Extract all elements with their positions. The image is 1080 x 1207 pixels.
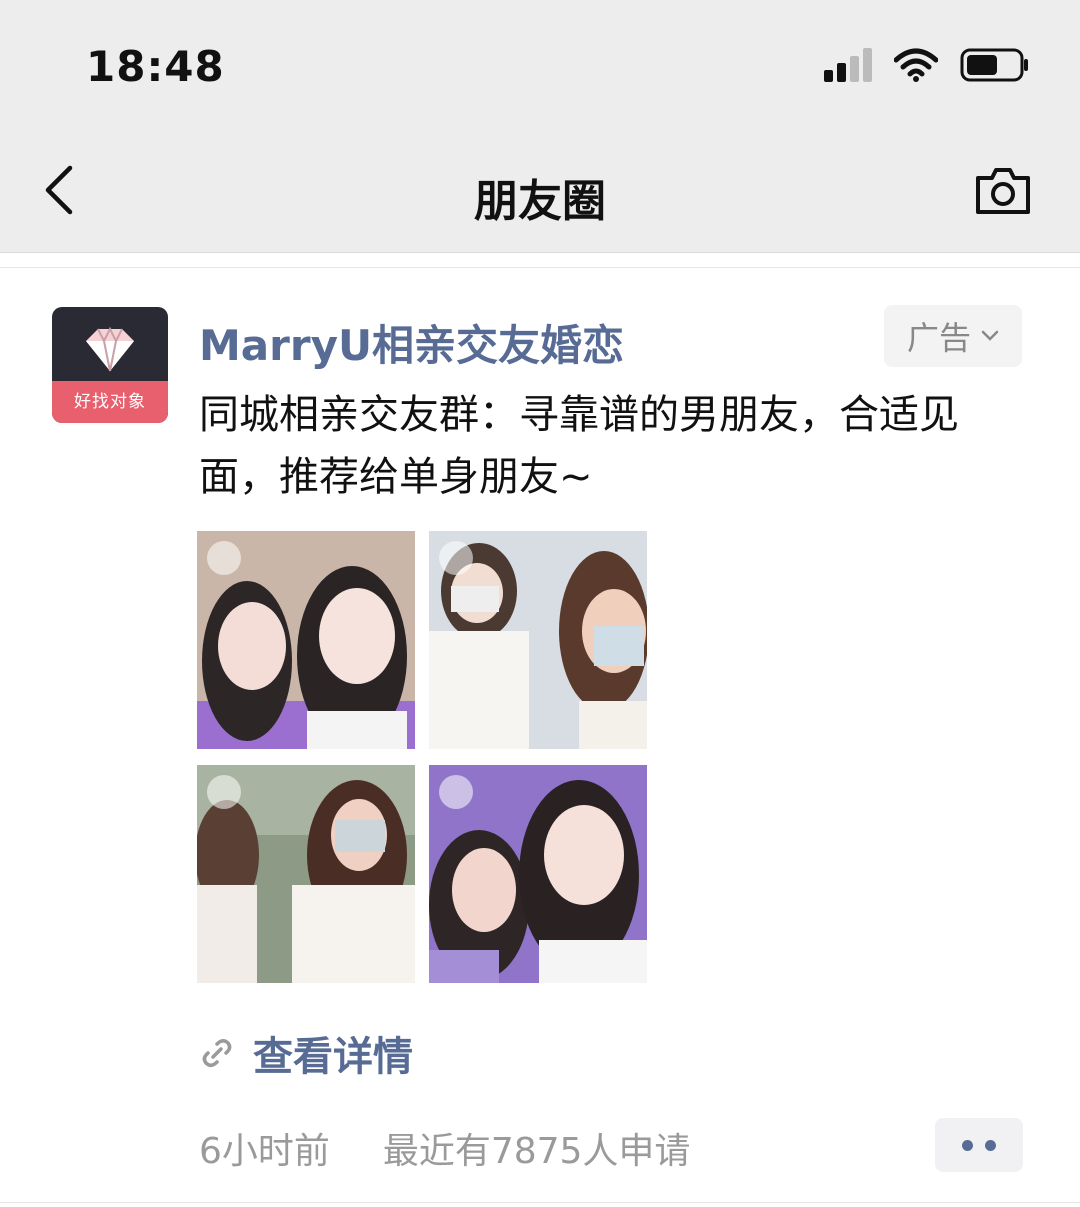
photo-grid: [197, 531, 649, 983]
post-text: 同城相亲交友群：寻靠谱的男朋友，合适见面，推荐给单身朋友~: [199, 392, 959, 500]
photo-4[interactable]: [429, 765, 647, 983]
wifi-icon: [894, 48, 938, 82]
camera-icon: [976, 168, 1030, 214]
link-icon: [207, 541, 241, 575]
more-actions-button[interactable]: [935, 1118, 1023, 1172]
post-meta: 6小时前 最近有7875人申请: [199, 1122, 690, 1174]
photo-2[interactable]: [429, 531, 647, 749]
photo-1[interactable]: [197, 531, 415, 749]
link-icon: [207, 775, 241, 809]
photo-3[interactable]: [197, 765, 415, 983]
applicants-count: 最近有7875人申请: [382, 1131, 691, 1172]
link-icon: [202, 1039, 232, 1067]
header-bar: 18:48 朋友圈: [0, 0, 1080, 253]
link-icon: [439, 541, 473, 575]
divider: [0, 267, 1080, 268]
status-icons: [824, 48, 1030, 82]
ad-label: 广告: [906, 319, 971, 357]
page-title: 朋友圈: [474, 176, 606, 227]
dot-icon: [962, 1139, 973, 1151]
view-details-label: 查看详情: [253, 1034, 413, 1080]
avatar[interactable]: 好找对象: [52, 307, 168, 423]
ad-badge[interactable]: 广告: [884, 305, 1022, 367]
status-time: 18:48: [86, 42, 225, 91]
divider: [0, 1202, 1080, 1203]
link-icon: [439, 775, 473, 809]
post-time: 6小时前: [199, 1131, 330, 1172]
post-author[interactable]: MarryU相亲交友婚恋: [199, 312, 624, 373]
view-details-link[interactable]: 查看详情: [199, 1024, 413, 1082]
signal-icon: [824, 48, 872, 82]
avatar-band-text: 好找对象: [52, 381, 168, 423]
camera-button[interactable]: [974, 166, 1032, 216]
battery-icon: [960, 48, 1028, 82]
dot-icon: [985, 1139, 996, 1151]
chevron-down-icon: [981, 330, 999, 341]
diamond-logo-icon: [86, 326, 134, 372]
